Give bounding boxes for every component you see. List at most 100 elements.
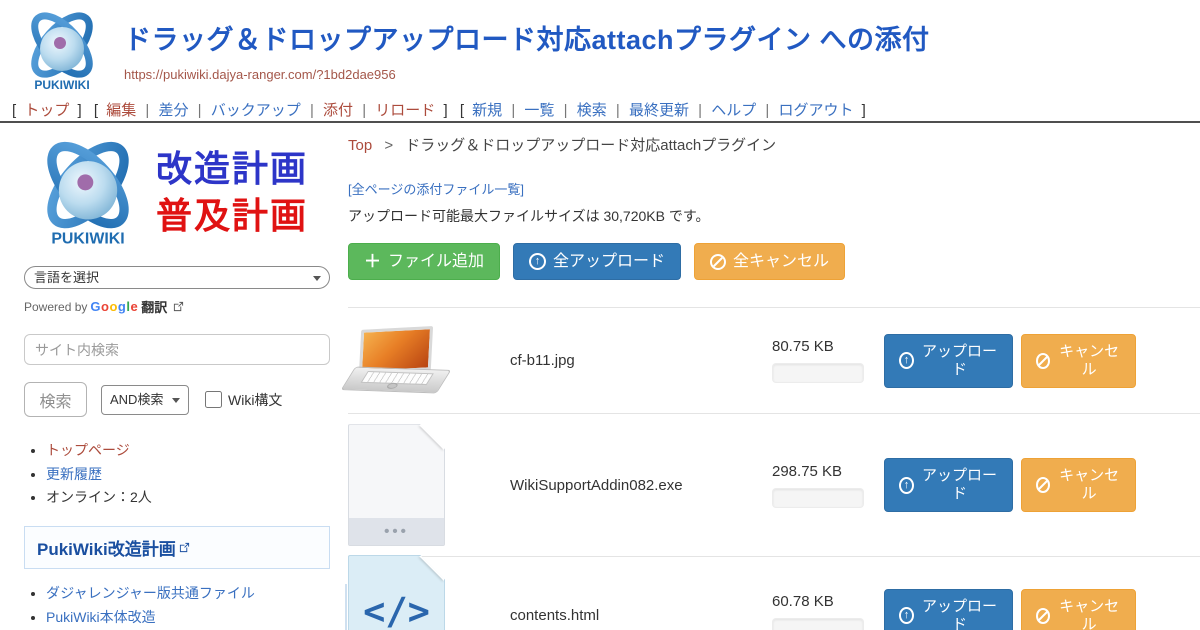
- translate-label[interactable]: 翻訳: [141, 297, 167, 316]
- breadcrumb: Top > ドラッグ＆ドロップアップロード対応attachプラグイン: [348, 134, 1200, 155]
- add-file-button[interactable]: ＋ ファイル追加: [348, 243, 500, 280]
- nav-item-backup[interactable]: バックアップ: [211, 102, 301, 119]
- sidebar-banner[interactable]: PUKIWIKI 改造計画 普及計画: [24, 132, 330, 254]
- upload-circle-icon: ↑: [899, 607, 914, 624]
- upload-all-button[interactable]: ↑ 全アップロード: [513, 243, 681, 280]
- pukiwiki-attach-page: PUKIWIKI ドラッグ＆ドロップアップロード対応attachプラグイン への…: [0, 0, 1200, 630]
- sidebar-item-online-count: オンライン：2人: [46, 487, 330, 509]
- file-name: contents.html: [460, 607, 746, 624]
- nav-separator: |: [145, 102, 149, 119]
- file-row: ••• WikiSupportAddin082.exe 298.75 KB ↑ …: [348, 413, 1200, 556]
- nav-bracket: ]: [443, 102, 447, 119]
- cancel-label: キャンセル: [1057, 598, 1121, 630]
- file-row: </> contents.html 60.78 KB ↑ アップロード キャンセ…: [348, 556, 1200, 630]
- site-search-input[interactable]: [24, 334, 330, 365]
- plus-icon: ＋: [364, 253, 381, 270]
- sidebar-links-top: トップページ 更新履歴 オンライン：2人: [24, 440, 330, 509]
- page-title: ドラッグ＆ドロップアップロード対応attachプラグイン への添付: [124, 18, 930, 57]
- page-url: https://pukiwiki.dajya-ranger.com/?1bd2d…: [124, 67, 930, 82]
- nav-separator: |: [198, 102, 202, 119]
- section-title-label: PukiWiki改造計画: [37, 535, 176, 560]
- nav-item-search[interactable]: 検索: [577, 102, 607, 119]
- nav-item-help[interactable]: ヘルプ: [711, 102, 756, 119]
- cancel-all-button[interactable]: 全キャンセル: [694, 243, 845, 280]
- sidebar-links-bottom: ダジャレンジャー版共通ファイル PukiWiki本体改造 PukiWikiテキス…: [24, 583, 330, 630]
- nav-item-reload[interactable]: リロード: [375, 102, 435, 119]
- breadcrumb-current-page: ドラッグ＆ドロップアップロード対応attachプラグイン: [405, 137, 776, 154]
- nav-separator: |: [698, 102, 702, 119]
- sidebar-item-recent-changes[interactable]: 更新履歴: [46, 466, 102, 482]
- cancel-button[interactable]: キャンセル: [1021, 589, 1136, 630]
- upload-button[interactable]: ↑ アップロード: [884, 458, 1013, 512]
- cancel-button[interactable]: キャンセル: [1021, 458, 1136, 512]
- upload-button[interactable]: ↑ アップロード: [884, 334, 1013, 388]
- page-fold: [419, 425, 444, 450]
- banner-line-kaizo: 改造計画: [156, 146, 308, 193]
- upload-label: アップロード: [921, 467, 998, 503]
- breadcrumb-home-link[interactable]: Top: [348, 137, 372, 154]
- atom-icon: PUKIWIKI: [16, 5, 108, 97]
- wiki-syntax-checkbox[interactable]: [205, 391, 222, 408]
- top-navigation: [ トップ ] [ 編集 | 差分 | バックアップ | 添付 | リロード ]…: [8, 99, 870, 120]
- nav-item-attach[interactable]: 添付: [323, 102, 353, 119]
- upload-circle-icon: ↑: [899, 352, 914, 369]
- breadcrumb-separator: >: [384, 137, 393, 154]
- search-mode-select[interactable]: AND検索: [101, 385, 189, 415]
- nav-separator: |: [616, 102, 620, 119]
- upload-circle-icon: ↑: [529, 253, 546, 270]
- cancel-button[interactable]: キャンセル: [1021, 334, 1136, 388]
- upload-all-label: 全アップロード: [553, 252, 665, 271]
- file-name: WikiSupportAddin082.exe: [460, 477, 746, 494]
- cancel-all-label: 全キャンセル: [733, 252, 829, 271]
- nav-item-logout[interactable]: ログアウト: [778, 102, 853, 119]
- nav-bracket: [: [12, 102, 16, 119]
- upload-button[interactable]: ↑ アップロード: [884, 589, 1013, 630]
- sidebar-item-common-files[interactable]: ダジャレンジャー版共通ファイル: [46, 585, 255, 601]
- header-divider: [0, 121, 1200, 123]
- nav-item-top[interactable]: トップ: [24, 102, 69, 119]
- upload-label: アップロード: [921, 343, 998, 379]
- banner-line-fukyu: 普及計画: [156, 193, 308, 240]
- nav-item-diff[interactable]: 差分: [158, 102, 188, 119]
- list-item: 更新履歴: [46, 464, 330, 486]
- all-attachments-link[interactable]: [全ページの添付ファイル一覧]: [348, 179, 524, 198]
- svg-text:PUKIWIKI: PUKIWIKI: [34, 78, 89, 92]
- external-link-icon: [173, 301, 184, 312]
- nav-item-edit[interactable]: 編集: [106, 102, 136, 119]
- external-link-icon: [179, 542, 190, 553]
- svg-text:PUKIWIKI: PUKIWIKI: [51, 230, 124, 247]
- language-select[interactable]: 言語を選択: [24, 266, 330, 289]
- upload-circle-icon: ↑: [899, 477, 914, 494]
- list-item: ダジャレンジャー版共通ファイル: [46, 583, 330, 605]
- google-logo-text: Google: [90, 299, 138, 314]
- sidebar: PUKIWIKI 改造計画 普及計画 言語を選択 Powered by Goog…: [24, 132, 330, 630]
- nav-separator: |: [310, 102, 314, 119]
- nav-bracket: [: [460, 102, 464, 119]
- nav-bracket: [: [94, 102, 98, 119]
- upload-label: アップロード: [921, 598, 998, 630]
- file-name: cf-b11.jpg: [460, 352, 746, 369]
- sidebar-section-title[interactable]: PukiWiki改造計画: [24, 526, 330, 569]
- atom-icon: PUKIWIKI: [24, 132, 152, 254]
- content-divider: [345, 584, 347, 630]
- cancel-label: キャンセル: [1057, 343, 1121, 379]
- file-footer-dots: •••: [349, 518, 444, 545]
- list-item: PukiWiki本体改造: [46, 607, 330, 629]
- powered-by-label: Powered by: [24, 300, 87, 314]
- code-icon: </>: [349, 590, 444, 630]
- pukiwiki-logo[interactable]: PUKIWIKI: [16, 5, 108, 102]
- search-button[interactable]: 検索: [24, 382, 87, 417]
- add-file-label: ファイル追加: [388, 252, 484, 271]
- main-content: Top > ドラッグ＆ドロップアップロード対応attachプラグイン [全ページ…: [348, 134, 1200, 630]
- sidebar-item-core-mods[interactable]: PukiWiki本体改造: [46, 609, 156, 625]
- sidebar-item-toppage[interactable]: トップページ: [46, 442, 130, 458]
- nav-item-list[interactable]: 一覧: [524, 102, 554, 119]
- google-translate-attribution: Powered by Google 翻訳: [24, 297, 330, 316]
- list-item: トップページ: [46, 440, 330, 462]
- nav-item-new[interactable]: 新規: [472, 102, 502, 119]
- max-filesize-text: アップロード可能最大ファイルサイズは 30,720KB です。: [348, 206, 1200, 226]
- nav-separator: |: [564, 102, 568, 119]
- nav-item-recent[interactable]: 最終更新: [629, 102, 689, 119]
- nav-separator: |: [765, 102, 769, 119]
- upload-progress-bar: [772, 488, 864, 508]
